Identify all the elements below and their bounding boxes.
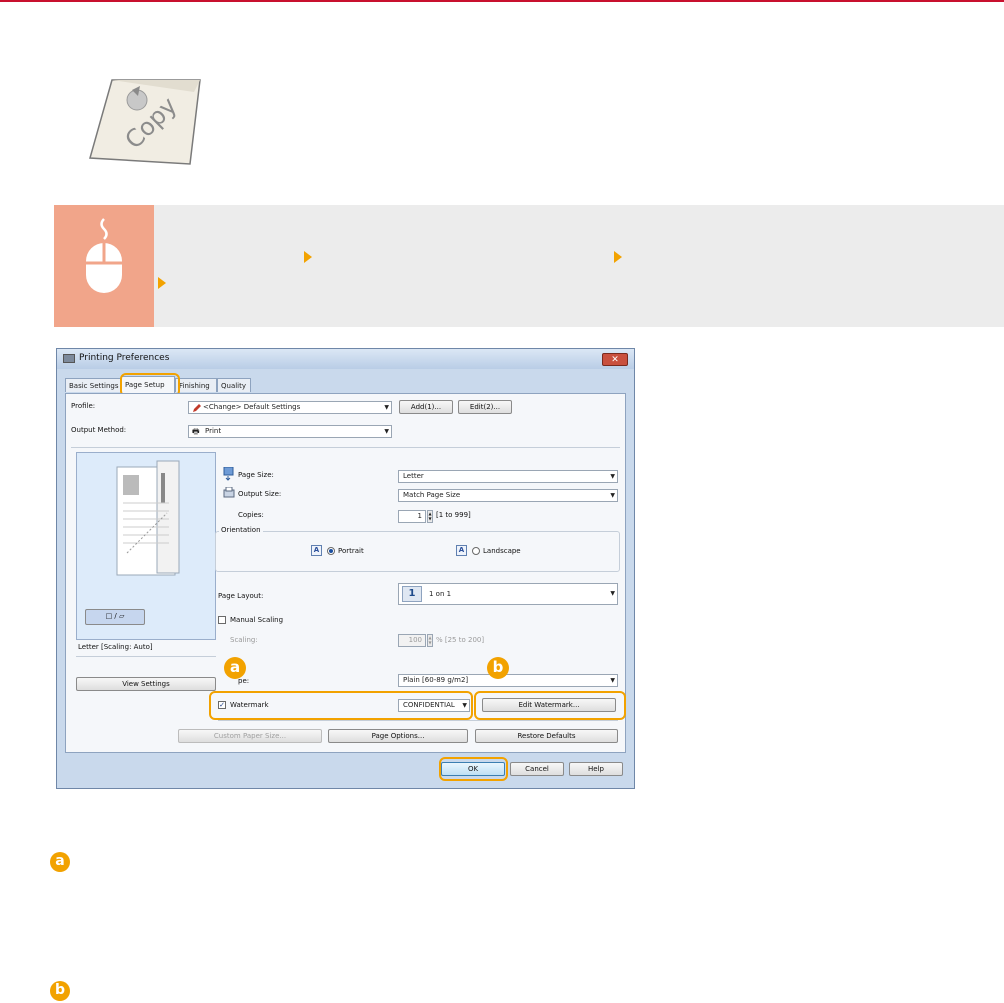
mouse-icon-panel: [54, 205, 154, 327]
printing-preferences-dialog: Printing Preferences ✕ Basic Settings Pa…: [56, 348, 635, 789]
page-layout-select[interactable]: 1 1 on 1 ▼: [398, 583, 618, 605]
dialog-title: Printing Preferences: [79, 353, 170, 363]
dropdown-arrow-icon: ▼: [384, 428, 389, 435]
copies-range: [1 to 999]: [436, 511, 471, 519]
output-method-value: Print: [205, 427, 222, 435]
copies-spinner[interactable]: ▲ ▼: [427, 510, 433, 523]
profile-label: Profile:: [71, 402, 96, 410]
tab-quality[interactable]: Quality: [217, 378, 251, 392]
tab-finishing[interactable]: Finishing: [175, 378, 217, 392]
dropdown-arrow-icon: ▼: [610, 590, 615, 597]
dropdown-arrow-icon: ▼: [610, 492, 615, 499]
page-size-label: Page Size:: [238, 471, 274, 479]
scaling-range: % [25 to 200]: [436, 636, 485, 644]
landscape-label: Landscape: [483, 547, 521, 555]
profile-select[interactable]: <Change> Default Settings ▼: [188, 401, 392, 414]
dropdown-arrow-icon: ▼: [384, 404, 389, 411]
page-size-icon: [223, 467, 234, 481]
landscape-radio[interactable]: [472, 547, 480, 555]
edit-profile-button[interactable]: Edit(2)...: [458, 400, 512, 414]
help-button[interactable]: Help: [569, 762, 623, 776]
scaling-spinner[interactable]: ▲ ▼: [427, 634, 433, 647]
profile-value: <Change> Default Settings: [203, 403, 301, 411]
preview-caption: Letter [Scaling: Auto]: [78, 643, 153, 651]
ok-button-highlight: [439, 757, 508, 781]
divider: [76, 656, 216, 657]
dropdown-arrow-icon: ▼: [610, 473, 615, 480]
output-size-icon: [223, 487, 235, 498]
printer-icon: [63, 354, 75, 363]
watermark-highlight: [209, 691, 473, 720]
scaling-value: 100: [408, 636, 422, 644]
output-size-label: Output Size:: [238, 490, 282, 498]
callout-a-marker: a: [50, 852, 70, 872]
paper-type-label: pe:: [238, 677, 250, 685]
callout-a-badge: a: [224, 657, 246, 679]
custom-paper-size-button[interactable]: Custom Paper Size...: [178, 729, 322, 743]
view-settings-button[interactable]: View Settings: [76, 677, 216, 691]
pencil-icon: [193, 404, 201, 412]
divider: [71, 447, 620, 448]
edit-watermark-highlight: [474, 691, 626, 720]
portrait-icon: A: [311, 545, 322, 556]
manual-scaling-label: Manual Scaling: [230, 616, 284, 624]
output-method-select[interactable]: 🖶 Print ▼: [188, 425, 392, 438]
portrait-label: Portrait: [338, 547, 364, 555]
copies-input[interactable]: 1: [398, 510, 426, 523]
step-arrow-icon: [614, 251, 622, 263]
landscape-icon: A: [456, 545, 467, 556]
divider: [218, 720, 618, 721]
copies-label: Copies:: [238, 511, 264, 519]
dialog-title-bar: Printing Preferences ✕: [57, 349, 634, 369]
restore-defaults-button[interactable]: Restore Defaults: [475, 729, 618, 743]
scaling-input[interactable]: 100: [398, 634, 426, 647]
manual-scaling-checkbox[interactable]: [218, 616, 226, 624]
step-arrow-icon: [304, 251, 312, 263]
copy-document-illustration: Copy: [89, 79, 201, 165]
output-size-value: Match Page Size: [403, 491, 461, 499]
output-size-select[interactable]: Match Page Size ▼: [398, 489, 618, 502]
step-arrow-icon: [158, 277, 166, 289]
cancel-button[interactable]: Cancel: [510, 762, 564, 776]
portrait-radio[interactable]: [327, 547, 335, 555]
printer-small-icon: 🖶: [192, 427, 200, 436]
instruction-banner: [54, 205, 1004, 327]
page-options-button[interactable]: Page Options...: [328, 729, 468, 743]
top-rule: [0, 0, 1004, 2]
copies-value: 1: [417, 512, 422, 520]
page-layout-label: Page Layout:: [218, 592, 264, 600]
page-size-value: Letter: [403, 472, 424, 480]
scaling-label: Scaling:: [230, 636, 258, 644]
paper-type-select[interactable]: Plain [60-89 g/m2] ▼: [398, 674, 618, 687]
tab-basic-settings[interactable]: Basic Settings: [65, 378, 121, 392]
callout-b-marker: b: [50, 981, 70, 1001]
callout-b-badge: b: [487, 657, 509, 679]
page-layout-icon: 1: [402, 586, 422, 602]
page-layout-value: 1 on 1: [429, 590, 452, 598]
paper-type-value: Plain [60-89 g/m2]: [403, 676, 469, 684]
output-method-label: Output Method:: [71, 426, 127, 434]
dropdown-arrow-icon: ▼: [610, 677, 615, 684]
add-profile-button[interactable]: Add(1)...: [399, 400, 453, 414]
orientation-label: Orientation: [219, 526, 263, 534]
preview-view-toggle-button[interactable]: □ / ▱: [85, 609, 145, 625]
page-preview-pane: □ / ▱: [76, 452, 216, 640]
orientation-group: [215, 531, 620, 572]
mouse-icon: [86, 218, 122, 293]
page-size-select[interactable]: Letter ▼: [398, 470, 618, 483]
close-button[interactable]: ✕: [602, 353, 628, 366]
